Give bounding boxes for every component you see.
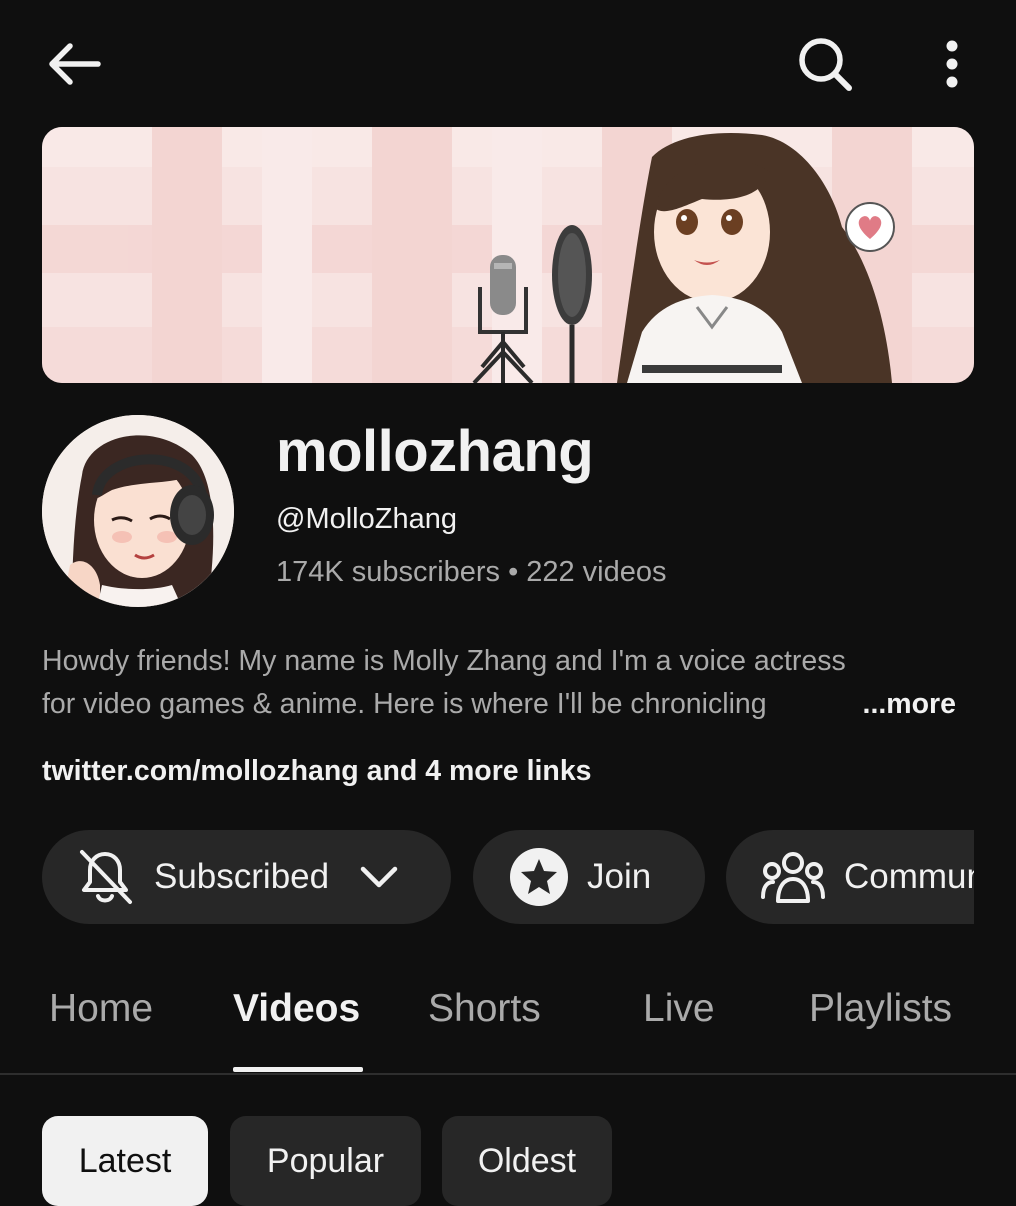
more-options-button[interactable]: [926, 32, 978, 96]
channel-avatar[interactable]: [42, 415, 234, 607]
more-link[interactable]: ...more: [834, 683, 956, 726]
tab-shorts[interactable]: Shorts: [428, 987, 541, 1031]
search-button[interactable]: [790, 32, 860, 96]
tab-playlists[interactable]: Playlists: [809, 987, 952, 1031]
channel-banner: [42, 127, 974, 383]
people-icon: [761, 852, 825, 903]
channel-handle: @MolloZhang: [276, 503, 457, 535]
join-label: Join: [587, 857, 652, 896]
community-label: Community: [844, 857, 974, 896]
tab-home[interactable]: Home: [49, 987, 153, 1031]
star-circle-icon: [510, 848, 568, 906]
description-line-1: Howdy friends! My name is Molly Zhang an…: [42, 645, 846, 677]
more-vert-icon: [946, 40, 958, 88]
avatar-illustration: [42, 415, 234, 607]
channel-links[interactable]: twitter.com/mollozhang and 4 more links: [42, 755, 592, 788]
chevron-down-icon: [360, 866, 398, 888]
join-button[interactable]: Join: [473, 830, 705, 924]
top-app-bar: [0, 0, 1016, 128]
subscribed-button[interactable]: Subscribed: [42, 830, 451, 924]
banner-illustration: [42, 127, 974, 383]
channel-stats: 174K subscribers • 222 videos: [276, 556, 667, 589]
subscriber-count: 174K subscribers: [276, 556, 501, 588]
search-icon: [799, 38, 852, 91]
chip-oldest[interactable]: Oldest: [442, 1116, 612, 1206]
bell-off-icon: [80, 850, 132, 904]
channel-description[interactable]: Howdy friends! My name is Molly Zhang an…: [42, 640, 972, 726]
arrow-left-icon: [49, 43, 101, 85]
community-button[interactable]: Community: [726, 830, 974, 924]
description-line-2: for video games & anime. Here is where I…: [42, 683, 972, 726]
channel-tabs: Home Videos Shorts Live Playlists: [0, 975, 1016, 1075]
stats-separator: •: [508, 556, 519, 588]
tab-live[interactable]: Live: [643, 987, 715, 1031]
chip-popular[interactable]: Popular: [230, 1116, 421, 1206]
tab-videos[interactable]: Videos: [233, 987, 360, 1031]
channel-actions: Subscribed Join Community: [42, 830, 974, 924]
active-tab-indicator: [233, 1067, 363, 1072]
channel-name: mollozhang: [276, 419, 594, 484]
video-count: 222 videos: [526, 556, 667, 588]
back-button[interactable]: [40, 34, 108, 94]
chip-latest[interactable]: Latest: [42, 1116, 208, 1206]
subscribed-label: Subscribed: [154, 857, 330, 896]
description-line-2-text: for video games & anime. Here is where I…: [42, 688, 767, 720]
